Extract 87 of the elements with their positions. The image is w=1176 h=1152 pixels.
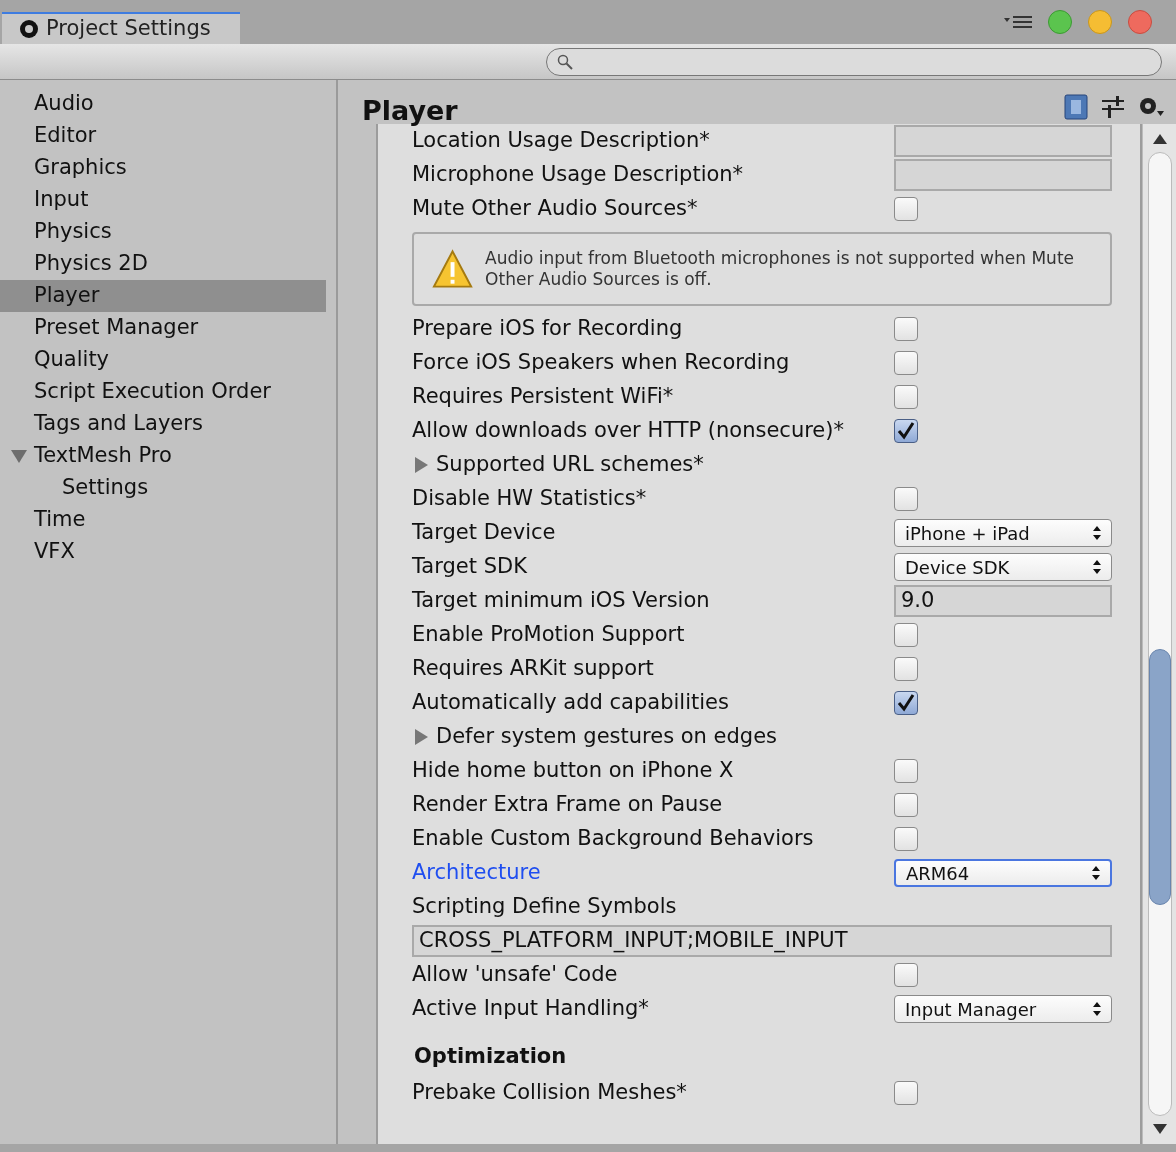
menu-icon[interactable]	[1004, 15, 1032, 29]
checkbox[interactable]	[894, 759, 918, 783]
setting-label: Target Device	[412, 519, 556, 547]
sliders-icon[interactable]	[1102, 96, 1124, 118]
setting-label: Allow 'unsafe' Code	[412, 962, 618, 987]
section-heading: Optimization	[413, 1042, 567, 1070]
setting-label: Enable ProMotion Support	[412, 622, 685, 647]
expanded-triangle-icon[interactable]	[10, 448, 28, 464]
checkbox[interactable]	[894, 197, 918, 221]
panel-title: Player	[362, 96, 458, 126]
checkbox[interactable]	[894, 827, 918, 851]
setting-label: Scripting Define Symbols	[412, 893, 677, 921]
checkbox[interactable]	[894, 963, 918, 987]
checkmark-icon	[897, 694, 915, 712]
checkbox[interactable]	[894, 657, 918, 681]
text-field[interactable]	[894, 159, 1112, 191]
book-icon[interactable]	[1064, 94, 1088, 120]
window-tab[interactable]: Project Settings	[2, 12, 240, 44]
dropdown[interactable]: Input Manager	[894, 995, 1112, 1023]
setting-label: Location Usage Description*	[412, 127, 710, 155]
checkbox[interactable]	[894, 1081, 918, 1105]
architecture-link[interactable]: Architecture	[412, 857, 541, 889]
setting-label: Automatically add capabilities	[412, 690, 729, 715]
sidebar-item[interactable]: Physics	[0, 216, 326, 248]
sidebar-item[interactable]: Audio	[0, 88, 326, 120]
checkbox[interactable]	[894, 691, 918, 715]
sidebar-item[interactable]: Input	[0, 184, 326, 216]
setting-label: Prepare iOS for Recording	[412, 316, 683, 341]
sidebar-item[interactable]: Settings	[0, 472, 326, 504]
collapsed-triangle-icon[interactable]	[412, 456, 430, 474]
dropdown[interactable]: iPhone + iPad	[894, 519, 1112, 547]
sidebar-item[interactable]: Editor	[0, 120, 326, 152]
setting-label: Active Input Handling*	[412, 995, 649, 1023]
sidebar-item[interactable]: Script Execution Order	[0, 376, 326, 408]
updown-arrows-icon	[1093, 526, 1101, 540]
checkbox[interactable]	[894, 419, 918, 443]
updown-arrows-icon	[1093, 1002, 1101, 1016]
sidebar-item[interactable]: Tags and Layers	[0, 408, 326, 440]
sidebar-item[interactable]: Preset Manager	[0, 312, 326, 344]
checkbox[interactable]	[894, 351, 918, 375]
sidebar-item[interactable]: VFX	[0, 536, 326, 568]
setting-label: Requires ARKit support	[412, 656, 654, 681]
checkmark-icon	[897, 422, 915, 440]
setting-label: Mute Other Audio Sources*	[412, 196, 698, 221]
scrollbar[interactable]	[1142, 124, 1176, 1144]
setting-label: Force iOS Speakers when Recording	[412, 350, 790, 375]
setting-label: Defer system gestures on edges	[436, 723, 778, 751]
search-icon	[557, 53, 573, 70]
warning-icon	[432, 249, 474, 289]
setting-label: Hide home button on iPhone X	[412, 758, 734, 783]
dropdown[interactable]: ARM64	[894, 859, 1112, 887]
sidebar-item[interactable]: Time	[0, 504, 326, 536]
setting-label: Supported URL schemes*	[436, 451, 704, 479]
checkbox[interactable]	[894, 793, 918, 817]
scroll-up-arrow-icon[interactable]	[1152, 134, 1167, 144]
close-button[interactable]	[1128, 10, 1152, 34]
checkbox[interactable]	[894, 623, 918, 647]
sidebar-item[interactable]: Player	[0, 280, 326, 312]
gear-icon[interactable]	[1138, 96, 1164, 118]
setting-label: Allow downloads over HTTP (nonsecure)*	[412, 418, 844, 443]
setting-label: Requires Persistent WiFi*	[412, 384, 674, 409]
sidebar-item[interactable]: Quality	[0, 344, 326, 376]
text-field[interactable]	[894, 125, 1112, 157]
checkbox[interactable]	[894, 385, 918, 409]
text-field[interactable]: 9.0	[894, 585, 1112, 617]
collapsed-triangle-icon[interactable]	[412, 728, 430, 746]
updown-arrows-icon	[1093, 560, 1101, 574]
search-field[interactable]	[546, 47, 1162, 76]
setting-label: Prebake Collision Meshes*	[412, 1080, 687, 1105]
sidebar-item[interactable]: Physics 2D	[0, 248, 326, 280]
scroll-down-arrow-icon[interactable]	[1152, 1124, 1167, 1134]
setting-label: Disable HW Statistics*	[412, 486, 647, 511]
text-field[interactable]: CROSS_PLATFORM_INPUT;MOBILE_INPUT	[412, 925, 1112, 957]
checkbox[interactable]	[894, 487, 918, 511]
setting-label: Target SDK	[412, 553, 527, 581]
setting-label: Microphone Usage Description*	[412, 161, 744, 189]
warning-message: Audio input from Bluetooth microphones is not supported when Mute Other Audio Sources is off.	[485, 248, 1075, 290]
checkbox[interactable]	[894, 317, 918, 341]
gear-icon	[18, 18, 40, 40]
setting-label: Render Extra Frame on Pause	[412, 792, 723, 817]
sidebar-item[interactable]: TextMesh Pro	[0, 440, 326, 472]
dropdown[interactable]: Device SDK	[894, 553, 1112, 581]
setting-label: Enable Custom Background Behaviors	[412, 826, 814, 851]
setting-label: Target minimum iOS Version	[412, 587, 710, 615]
sidebar-item[interactable]: Graphics	[0, 152, 326, 184]
updown-arrows-icon	[1092, 866, 1100, 880]
scrollbar-thumb[interactable]	[1148, 649, 1171, 905]
